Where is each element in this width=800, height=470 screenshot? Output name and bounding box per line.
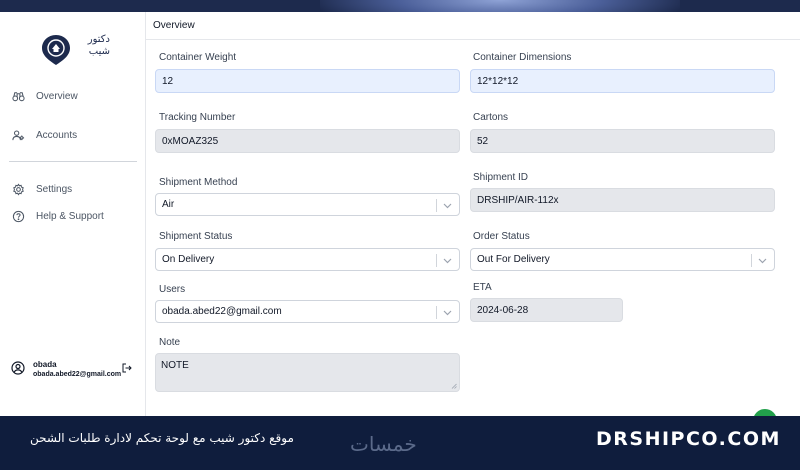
logo-text: دكتور شيب bbox=[74, 34, 110, 58]
logo-badge-icon bbox=[42, 35, 70, 65]
tracking-number-field[interactable]: 0xMOAZ325 bbox=[155, 129, 460, 153]
sidebar-divider bbox=[9, 161, 137, 162]
cartons-value: 52 bbox=[477, 135, 489, 147]
users-label: Users bbox=[159, 284, 186, 295]
order-status-select[interactable]: Out For Delivery bbox=[470, 248, 775, 271]
binoculars-icon bbox=[12, 91, 25, 101]
sidebar-item-settings[interactable]: Settings bbox=[12, 179, 72, 199]
select-separator bbox=[751, 254, 752, 267]
logo-text-line2: شيب bbox=[88, 46, 110, 57]
shipment-method-value: Air bbox=[162, 199, 175, 210]
resize-grip-icon[interactable] bbox=[451, 383, 457, 389]
select-separator bbox=[436, 306, 437, 319]
container-dimensions-label: Container Dimensions bbox=[473, 52, 572, 63]
shipment-status-value: On Delivery bbox=[162, 254, 215, 265]
sidebar-item-overview[interactable]: Overview bbox=[12, 86, 78, 106]
top-decor-strip bbox=[0, 0, 800, 12]
shipment-id-field[interactable]: DRSHIP/AIR-112x bbox=[470, 188, 775, 212]
page-header: Overview bbox=[146, 12, 800, 40]
tracking-number-label: Tracking Number bbox=[159, 112, 236, 123]
tracking-number-value: 0xMOAZ325 bbox=[162, 135, 219, 147]
chevron-down-icon bbox=[443, 310, 452, 316]
sidebar-item-label: Overview bbox=[36, 90, 78, 102]
eta-label: ETA bbox=[473, 282, 492, 293]
order-status-value: Out For Delivery bbox=[477, 254, 550, 265]
promo-banner: موقع دكتور شيب مع لوحة تحكم لادارة طلبات… bbox=[0, 416, 800, 470]
container-dimensions-value: 12*12*12 bbox=[477, 75, 519, 87]
sidebar-item-label: Accounts bbox=[36, 129, 78, 141]
page-title: Overview bbox=[153, 20, 195, 31]
cartons-field[interactable]: 52 bbox=[470, 129, 775, 153]
user-name: obada bbox=[33, 360, 57, 369]
sidebar-item-help-support[interactable]: Help & Support bbox=[12, 206, 104, 226]
user-email: obada.abed22@gmail.com bbox=[33, 371, 122, 378]
note-value: NOTE bbox=[161, 360, 189, 371]
main-content: Overview Container Weight 12 Container D… bbox=[146, 12, 800, 416]
user-circle-icon bbox=[11, 361, 25, 375]
select-separator bbox=[436, 254, 437, 267]
sidebar-item-label: Settings bbox=[36, 183, 73, 195]
users-value: obada.abed22@gmail.com bbox=[162, 306, 282, 317]
sidebar-item-label: Help & Support bbox=[36, 210, 104, 222]
shipment-method-label: Shipment Method bbox=[159, 177, 238, 188]
container-weight-value: 12 bbox=[162, 75, 174, 87]
app-logo[interactable]: دكتور شيب bbox=[41, 33, 111, 79]
container-dimensions-field[interactable]: 12*12*12 bbox=[470, 69, 775, 93]
banner-brand-watermark: خمسات bbox=[350, 432, 417, 456]
logo-text-line1: دكتور bbox=[87, 34, 110, 45]
sidebar-item-accounts[interactable]: Accounts bbox=[12, 125, 77, 145]
cartons-label: Cartons bbox=[473, 112, 509, 123]
sidebar: دكتور شيب Overview Accounts Settings Hel bbox=[0, 12, 146, 416]
banner-site-name: DRSHIPCO.COM bbox=[596, 428, 781, 450]
chevron-down-icon bbox=[443, 258, 452, 264]
select-separator bbox=[436, 199, 437, 212]
gear-icon bbox=[13, 182, 24, 196]
shipment-status-select[interactable]: On Delivery bbox=[155, 248, 460, 271]
container-weight-label: Container Weight bbox=[159, 52, 237, 63]
banner-caption: موقع دكتور شيب مع لوحة تحكم لادارة طلبات… bbox=[30, 431, 294, 445]
chevron-down-icon bbox=[443, 203, 452, 209]
logout-icon[interactable] bbox=[122, 363, 132, 373]
chevron-down-icon bbox=[758, 258, 767, 264]
note-textarea[interactable]: NOTE bbox=[155, 353, 460, 392]
question-icon bbox=[12, 210, 25, 222]
eta-value: 2024-06-28 bbox=[477, 304, 529, 316]
order-status-label: Order Status bbox=[473, 231, 530, 242]
container-weight-field[interactable]: 12 bbox=[155, 69, 460, 93]
eta-field[interactable]: 2024-06-28 bbox=[470, 298, 623, 322]
note-label: Note bbox=[159, 337, 181, 348]
user-profile: obada obada.abed22@gmail.com bbox=[11, 355, 137, 385]
users-icon bbox=[12, 130, 25, 140]
users-select[interactable]: obada.abed22@gmail.com bbox=[155, 300, 460, 323]
shipment-id-value: DRSHIP/AIR-112x bbox=[477, 194, 559, 206]
shipment-method-select[interactable]: Air bbox=[155, 193, 460, 216]
shipment-id-label: Shipment ID bbox=[473, 172, 529, 183]
top-glow bbox=[320, 0, 680, 12]
shipment-status-label: Shipment Status bbox=[159, 231, 233, 242]
